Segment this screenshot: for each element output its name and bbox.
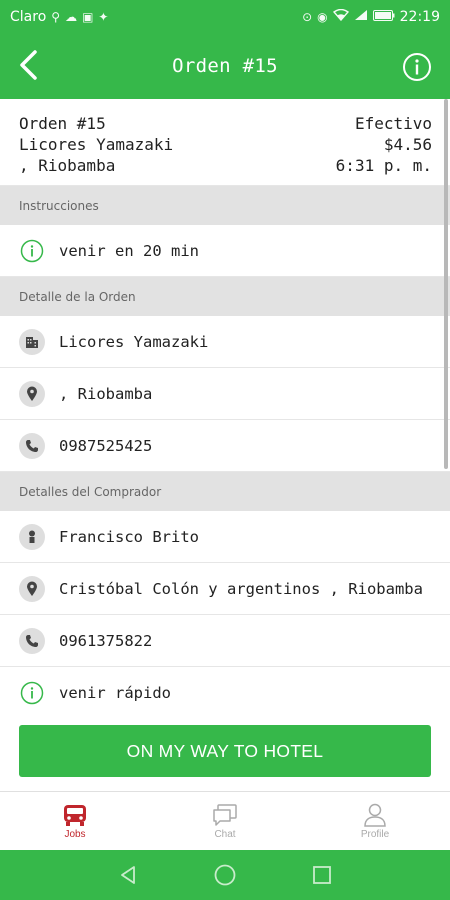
tab-profile-label: Profile xyxy=(360,828,390,840)
system-nav-bar xyxy=(0,850,450,900)
order-number: Orden #15 xyxy=(19,114,106,133)
store-name-detail: Licores Yamazaki xyxy=(59,332,209,351)
info-icon xyxy=(403,53,431,81)
section-header-order-detail: Detalle de la Orden xyxy=(0,277,450,316)
buyer-name-row: Francisco Brito xyxy=(0,511,450,563)
cloud-icon: ☁ xyxy=(65,9,78,24)
carrier-label: Claro xyxy=(10,8,47,25)
chevron-left-icon xyxy=(20,50,37,80)
gallery-icon: ▣ xyxy=(82,9,94,24)
buyer-name: Francisco Brito xyxy=(59,527,199,546)
store-row: Licores Yamazaki xyxy=(0,316,450,368)
bus-icon xyxy=(64,804,86,826)
usb-icon: ⚲ xyxy=(51,9,61,24)
payment-method: Efectivo xyxy=(354,114,432,133)
store-name: Licores Yamazaki xyxy=(19,135,174,154)
buyer-phone: 0961375822 xyxy=(59,631,153,650)
instructions-text: venir en 20 min xyxy=(59,241,199,260)
status-bar: Claro ⚲ ☁ ▣ ✦ ⊙ ◉ 22:19 xyxy=(0,0,450,33)
scrollbar[interactable] xyxy=(444,99,448,469)
signal-icon xyxy=(354,9,368,24)
recents-square-icon[interactable] xyxy=(311,864,333,886)
chat-icon xyxy=(213,803,237,826)
app-bar: Orden #15 xyxy=(0,33,450,99)
buyer-address: Cristóbal Colón y argentinos , Riobamba xyxy=(59,579,423,598)
store-location: , Riobamba xyxy=(19,156,116,175)
info-button[interactable] xyxy=(402,52,432,82)
store-address-row[interactable]: , Riobamba xyxy=(0,368,450,420)
eye-icon: ◉ xyxy=(317,9,328,24)
twitter-icon: ✦ xyxy=(98,9,109,24)
location-icon: ⊙ xyxy=(302,9,313,24)
home-circle-icon[interactable] xyxy=(213,863,237,887)
bottom-nav: Jobs Chat Profile xyxy=(0,791,450,850)
location-pin-icon xyxy=(19,380,45,407)
location-pin-icon xyxy=(19,575,45,602)
back-triangle-icon[interactable] xyxy=(117,864,139,886)
order-details-scroll[interactable]: Orden #15 Licores Yamazaki , Riobamba Ef… xyxy=(0,99,450,791)
wifi-icon xyxy=(332,8,349,24)
store-address: , Riobamba xyxy=(59,384,153,403)
clock: 22:19 xyxy=(399,8,440,25)
tab-jobs-label: Jobs xyxy=(64,828,86,840)
info-icon xyxy=(19,680,45,706)
phone-icon xyxy=(19,627,45,654)
section-header-instructions: Instrucciones xyxy=(0,186,450,225)
on-my-way-button[interactable]: ON MY WAY TO HOTEL xyxy=(19,725,431,777)
person-icon xyxy=(19,523,45,550)
buyer-address-row[interactable]: Cristóbal Colón y argentinos , Riobamba xyxy=(0,563,450,615)
order-amount: $4.56 xyxy=(383,135,432,154)
store-phone: 0987525425 xyxy=(59,436,153,455)
buyer-phone-row[interactable]: 0961375822 xyxy=(0,615,450,667)
tab-jobs[interactable]: Jobs xyxy=(0,792,150,850)
section-header-buyer: Detalles del Comprador xyxy=(0,472,450,511)
order-summary: Orden #15 Licores Yamazaki , Riobamba Ef… xyxy=(0,99,450,186)
back-button[interactable] xyxy=(10,47,46,83)
tab-chat[interactable]: Chat xyxy=(150,792,300,850)
tab-chat-label: Chat xyxy=(214,828,236,840)
instructions-row: venir en 20 min xyxy=(0,225,450,277)
building-icon xyxy=(19,328,45,355)
info-icon xyxy=(19,238,45,264)
page-title: Orden #15 xyxy=(172,55,278,77)
battery-icon xyxy=(372,9,395,24)
order-time: 6:31 p. m. xyxy=(335,156,432,175)
buyer-note: venir rápido xyxy=(59,684,171,702)
profile-icon xyxy=(364,803,386,827)
buyer-note-row: venir rápido xyxy=(0,667,450,719)
tab-profile[interactable]: Profile xyxy=(300,792,450,850)
store-phone-row[interactable]: 0987525425 xyxy=(0,420,450,472)
phone-icon xyxy=(19,432,45,459)
